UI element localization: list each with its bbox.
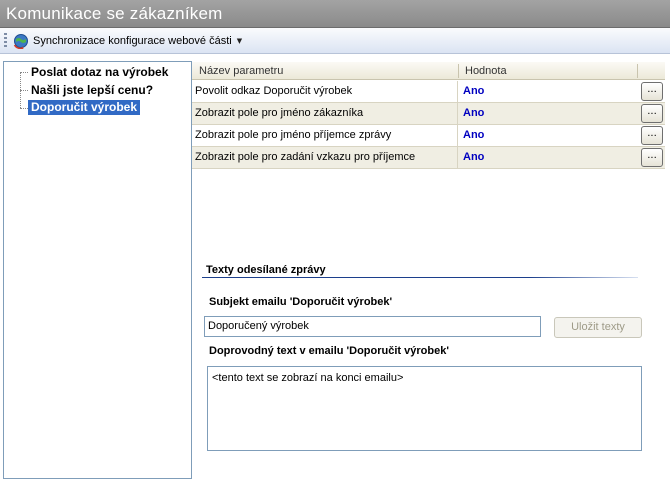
table-row[interactable]: Povolit odkaz Doporučit výrobek Ano ... xyxy=(192,81,665,103)
table-row[interactable]: Zobrazit pole pro jméno příjemce zprávy … xyxy=(192,125,665,147)
edit-value-button[interactable]: ... xyxy=(641,104,663,123)
parameter-value[interactable]: Ano xyxy=(463,103,484,124)
column-separator[interactable] xyxy=(458,64,459,78)
tree-item-lepsi-cena[interactable]: Našli jste lepší cenu? xyxy=(28,83,156,98)
tree-connector xyxy=(20,108,28,109)
chevron-down-icon[interactable]: ▼ xyxy=(237,37,242,45)
column-header-value[interactable]: Hodnota xyxy=(465,65,507,77)
parameter-value[interactable]: Ano xyxy=(463,81,484,102)
window-title: Komunikace se zákazníkem xyxy=(6,4,223,23)
tree-connector xyxy=(20,90,28,91)
parameter-name: Zobrazit pole pro jméno zákazníka xyxy=(192,103,458,124)
body-text-label: Doprovodný text v emailu 'Doporučit výro… xyxy=(209,345,449,357)
section-divider xyxy=(202,277,638,278)
tree-item-doporucit-vyrobek[interactable]: Doporučit výrobek xyxy=(28,100,141,115)
table-row[interactable]: Zobrazit pole pro jméno zákazníka Ano ..… xyxy=(192,103,665,125)
edit-value-button[interactable]: ... xyxy=(641,148,663,167)
table-row[interactable]: Zobrazit pole pro zadání vzkazu pro příj… xyxy=(192,147,665,169)
column-separator[interactable] xyxy=(637,64,638,78)
sync-config-label: Synchronizace konfigurace webové části xyxy=(33,35,232,47)
edit-value-button[interactable]: ... xyxy=(641,82,663,101)
sidebar-tree[interactable]: Poslat dotaz na výrobek Našli jste lepší… xyxy=(3,61,192,479)
body-text-area[interactable]: <tento text se zobrazí na konci emailu> xyxy=(207,366,642,451)
tree-connector xyxy=(20,72,28,73)
subject-input[interactable]: Doporučený výrobek xyxy=(204,316,541,337)
email-section-title: Texty odesílané zprávy xyxy=(206,264,326,276)
parameter-name: Zobrazit pole pro jméno příjemce zprávy xyxy=(192,125,458,146)
tree-item-poslat-dotaz[interactable]: Poslat dotaz na výrobek xyxy=(28,65,171,80)
parameter-value[interactable]: Ano xyxy=(463,147,484,168)
toolbar-grip[interactable] xyxy=(4,33,7,48)
edit-value-button[interactable]: ... xyxy=(641,126,663,145)
title-bar: Komunikace se zákazníkem xyxy=(0,0,670,28)
parameter-value[interactable]: Ano xyxy=(463,125,484,146)
toolbar: Synchronizace konfigurace webové části ▼ xyxy=(0,28,670,54)
parameter-name: Povolit odkaz Doporučit výrobek xyxy=(192,81,458,102)
sync-config-button[interactable]: Synchronizace konfigurace webové části ▼ xyxy=(13,31,246,51)
parameter-name: Zobrazit pole pro zadání vzkazu pro příj… xyxy=(192,147,458,168)
column-header-name[interactable]: Název parametru xyxy=(199,65,283,77)
sync-globe-icon xyxy=(13,34,28,49)
subject-label: Subjekt emailu 'Doporučit výrobek' xyxy=(209,296,393,308)
grid-header: Název parametru Hodnota xyxy=(192,62,665,80)
save-texts-button[interactable]: Uložit texty xyxy=(554,317,642,338)
